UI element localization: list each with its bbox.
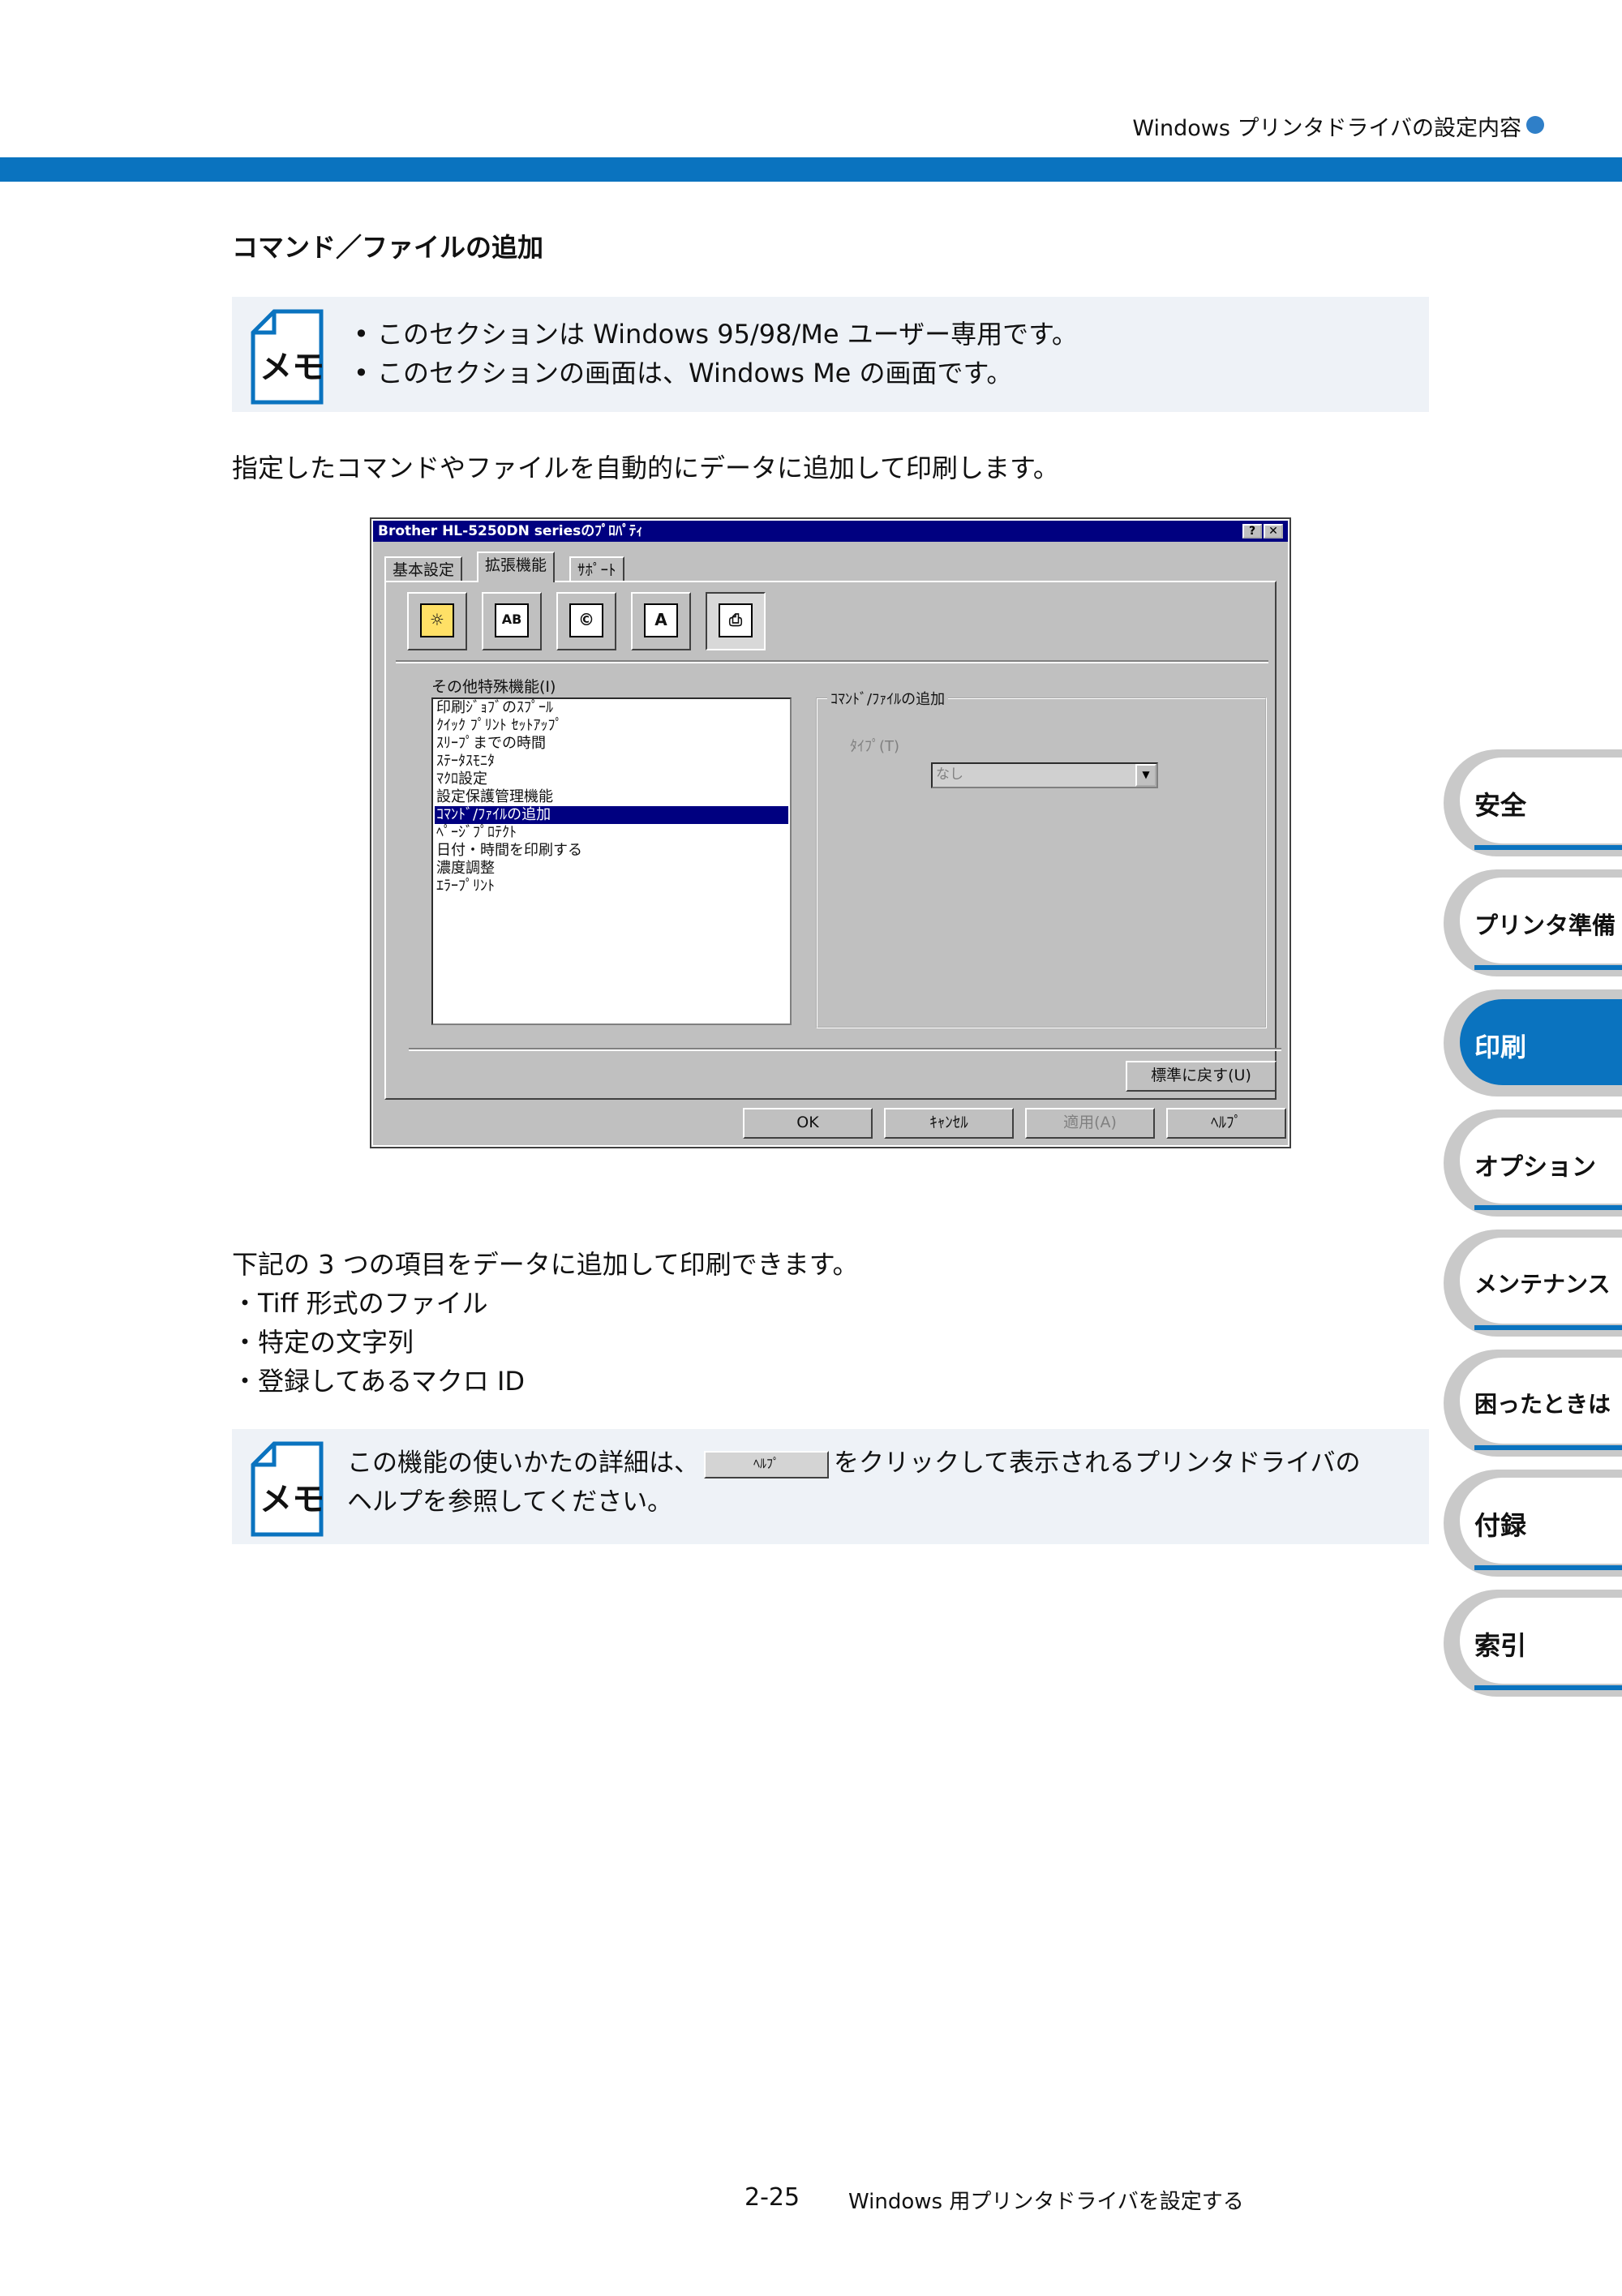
- apply-button[interactable]: 適用(A): [1025, 1108, 1155, 1139]
- section-title: コマンド／ファイルの追加: [232, 232, 544, 263]
- chevron-down-icon[interactable]: ▼: [1135, 764, 1156, 787]
- memo-line: ヘルプを参照してください。: [347, 1487, 673, 1517]
- side-tab-label[interactable]: 安全: [1474, 785, 1526, 822]
- list-intro: 下記の 3 つの項目をデータに追加して印刷できます。: [232, 1249, 859, 1280]
- side-tab-label[interactable]: 索引: [1474, 1625, 1526, 1663]
- memo-line: この機能の使いかたの詳細は、 ﾍﾙﾌﾟ をクリックして表示されるプリンタドライバの: [347, 1448, 1361, 1478]
- side-tab-underline: [1474, 1205, 1622, 1210]
- dialog-close-button[interactable]: ✕: [1264, 524, 1283, 539]
- command-file-group: ｺﾏﾝﾄﾞ/ﾌｧｲﾙの追加 ﾀｲﾌﾟ(T) なし ▼: [816, 688, 1267, 1028]
- side-tab-underline: [1474, 845, 1622, 850]
- inline-help-button: ﾍﾙﾌﾟ: [704, 1450, 829, 1478]
- list-item[interactable]: ﾏｸﾛ設定: [435, 770, 788, 788]
- reset-defaults-button[interactable]: 標準に戻す(U): [1126, 1061, 1277, 1092]
- type-label: ﾀｲﾌﾟ(T): [850, 738, 900, 755]
- memo-icon: メモ: [250, 1440, 324, 1538]
- list-item[interactable]: ｴﾗｰﾌﾟﾘﾝﾄ: [435, 878, 788, 895]
- dialog-titlebar: Brother HL-5250DN seriesのﾌﾟﾛﾊﾟﾃｨ: [373, 521, 1288, 542]
- list-item[interactable]: ｽﾘｰﾌﾟまでの時間: [435, 735, 788, 753]
- memo-line: • このセクションの画面は、Windows Me の画面です。: [354, 358, 1013, 388]
- help-button[interactable]: ﾍﾙﾌﾟ: [1166, 1108, 1286, 1139]
- memo-line: • このセクションは Windows 95/98/Me ユーザー専用です。: [354, 319, 1078, 350]
- memo-icon-label: メモ: [260, 349, 324, 386]
- tab-advanced[interactable]: 拡張機能: [477, 551, 556, 582]
- tab-panel: ☼ AB © A ⎙ その他特殊機能(I) 印刷ｼﾞｮﾌﾞのｽﾌﾟｰﾙ ｸｲｯｸ…: [384, 581, 1281, 1100]
- intro-text: 指定したコマンドやファイルを自動的にデータに追加して印刷します。: [232, 453, 1059, 483]
- page-number: 2-25: [744, 2183, 800, 2212]
- panel-divider: [409, 1048, 1281, 1051]
- side-tab-label[interactable]: 付録: [1474, 1505, 1526, 1543]
- side-tab-label[interactable]: 困ったときは: [1474, 1387, 1611, 1419]
- bullet-item: ・Tiff 形式のファイル: [232, 1288, 488, 1319]
- list-item[interactable]: 濃度調整: [435, 860, 788, 878]
- list-item[interactable]: ｽﾃｰﾀｽﾓﾆﾀ: [435, 753, 788, 770]
- copy-icon: ©: [569, 603, 603, 637]
- memo-box: メモ この機能の使いかたの詳細は、 ﾍﾙﾌﾟ をクリックして表示されるプリンタドライ…: [232, 1429, 1429, 1544]
- header-dot-icon: [1526, 116, 1544, 134]
- side-tab-label-active[interactable]: 印刷: [1474, 1027, 1526, 1064]
- ab-icon: AB: [495, 603, 529, 637]
- font-button[interactable]: A: [631, 592, 691, 650]
- copy-button[interactable]: ©: [556, 592, 616, 650]
- side-tab-label[interactable]: プリンタ準備: [1474, 907, 1616, 941]
- tab-basic[interactable]: 基本設定: [384, 556, 463, 582]
- list-item-selected[interactable]: ｺﾏﾝﾄﾞ/ﾌｧｲﾙの追加: [435, 806, 788, 824]
- side-tab-underline: [1474, 1325, 1622, 1330]
- toolbar-divider: [396, 660, 1268, 663]
- type-select[interactable]: なし ▼: [931, 762, 1158, 788]
- cancel-button[interactable]: ｷｬﾝｾﾙ: [884, 1108, 1014, 1139]
- running-header: Windows プリンタドライバの設定内容: [1132, 116, 1521, 141]
- memo-icon-label: メモ: [260, 1481, 324, 1518]
- printer-settings-icon: ⎙: [719, 603, 753, 637]
- type-select-value: なし: [936, 766, 963, 783]
- list-item[interactable]: 日付・時間を印刷する: [435, 842, 788, 860]
- feature-list[interactable]: 印刷ｼﾞｮﾌﾞのｽﾌﾟｰﾙ ｸｲｯｸ ﾌﾟﾘﾝﾄ ｾｯﾄｱｯﾌﾟ ｽﾘｰﾌﾟまで…: [431, 697, 792, 1025]
- properties-dialog: Brother HL-5250DN seriesのﾌﾟﾛﾊﾟﾃｨ ? ✕ 基本設…: [370, 517, 1291, 1148]
- ok-button[interactable]: OK: [743, 1108, 873, 1139]
- font-icon: A: [644, 603, 678, 637]
- bullet-item: ・登録してあるマクロ ID: [232, 1366, 526, 1397]
- memo-text: この機能の使いかたの詳細は、 ﾍﾙﾌﾟ をクリックして表示されるプリンタドライバの …: [347, 1444, 1360, 1521]
- bullet-item: ・特定の文字列: [232, 1327, 414, 1358]
- group-label: ｺﾏﾝﾄﾞ/ﾌｧｲﾙの追加: [827, 688, 949, 709]
- list-item[interactable]: 印刷ｼﾞｮﾌﾞのｽﾌﾟｰﾙ: [435, 699, 788, 717]
- side-tab-label[interactable]: オプション: [1474, 1147, 1596, 1182]
- list-label: その他特殊機能(I): [431, 678, 556, 696]
- side-tab-underline: [1474, 1445, 1622, 1450]
- memo-icon: メモ: [250, 308, 324, 406]
- side-tab-underline: [1474, 965, 1622, 970]
- layout-button[interactable]: AB: [482, 592, 542, 650]
- watermark-icon: ☼: [420, 603, 454, 637]
- list-item[interactable]: ﾍﾟｰｼﾞﾌﾟﾛﾃｸﾄ: [435, 824, 788, 842]
- tab-support[interactable]: ｻﾎﾟｰﾄ: [569, 556, 624, 582]
- footer-chapter-title: Windows 用プリンタドライバを設定する: [848, 2190, 1244, 2214]
- list-item[interactable]: 設定保護管理機能: [435, 788, 788, 806]
- memo-box: メモ • このセクションは Windows 95/98/Me ユーザー専用です。…: [232, 297, 1429, 412]
- header-bar: [0, 157, 1622, 182]
- side-tab-label[interactable]: メンテナンス: [1474, 1267, 1610, 1299]
- side-tab-underline: [1474, 1565, 1622, 1570]
- dialog-help-button[interactable]: ?: [1242, 524, 1262, 539]
- memo-text: • このセクションは Windows 95/98/Me ユーザー専用です。 • …: [354, 315, 1078, 393]
- device-options-button[interactable]: ⎙: [706, 592, 766, 650]
- watermark-button[interactable]: ☼: [407, 592, 467, 650]
- list-item[interactable]: ｸｲｯｸ ﾌﾟﾘﾝﾄ ｾｯﾄｱｯﾌﾟ: [435, 717, 788, 735]
- side-tab-underline: [1474, 1685, 1622, 1690]
